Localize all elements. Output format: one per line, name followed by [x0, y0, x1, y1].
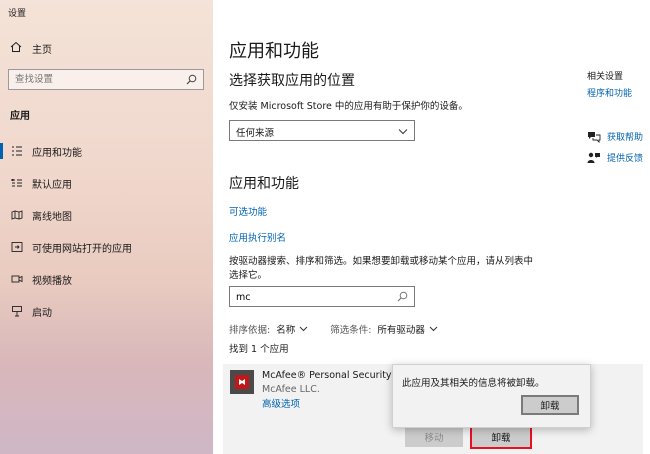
sidebar-home[interactable]: 主页 [10, 41, 52, 56]
feedback-link[interactable]: 提供反馈 [587, 151, 643, 164]
app-aliases-link[interactable]: 应用执行别名 [229, 230, 286, 244]
sort-dropdown[interactable]: 名称 [276, 322, 308, 336]
programs-features-link[interactable]: 程序和功能 [587, 86, 632, 99]
sidebar-item-label: 启动 [32, 307, 52, 319]
get-help-link[interactable]: 获取帮助 [587, 130, 643, 143]
optional-features-link[interactable]: 可选功能 [229, 204, 267, 218]
startup-icon [10, 305, 24, 317]
sidebar-section-title: 应用 [10, 111, 30, 122]
install-source-dropdown[interactable]: 任何来源 [229, 120, 415, 141]
dropdown-value: 任何来源 [236, 128, 275, 139]
sidebar-item-label: 可使用网站打开的应用 [32, 243, 132, 255]
result-count: 找到 1 个应用 [229, 344, 289, 355]
list-icon [10, 145, 24, 157]
chevron-down-icon [299, 326, 308, 332]
feedback-person-icon [587, 152, 600, 163]
apps-search[interactable] [229, 286, 415, 307]
filter-label: 筛选条件: [330, 325, 372, 336]
sidebar-item-label: 离线地图 [32, 211, 72, 223]
apps-section-heading: 应用和功能 [229, 176, 299, 192]
web-apps-icon [10, 241, 24, 253]
sidebar-item-default-apps[interactable]: 默认应用 [0, 170, 213, 196]
filter-dropdown[interactable]: 所有驱动器 [377, 322, 438, 336]
sidebar-item-web-apps[interactable]: 可使用网站打开的应用 [0, 234, 213, 260]
popup-message: 此应用及其相关的信息将被卸载。 [402, 378, 545, 389]
install-section-heading: 选择获取应用的位置 [229, 73, 355, 89]
app-name: McAfee® Personal Security [262, 370, 392, 381]
related-settings-title: 相关设置 [587, 72, 624, 82]
apps-search-input[interactable] [236, 290, 386, 304]
sidebar-item-label: 默认应用 [32, 179, 72, 191]
get-help-label: 获取帮助 [607, 133, 644, 143]
default-apps-icon [10, 177, 24, 189]
sort-filter-row: 排序依据: 名称 筛选条件: 所有驱动器 [229, 322, 438, 336]
search-icon[interactable] [186, 74, 197, 88]
sidebar: 设置 主页 应用 应用和功能 默认应用 离线地图 可使用网站打开的应 [0, 0, 213, 454]
feedback-label: 提供反馈 [607, 154, 644, 164]
settings-search[interactable] [8, 69, 204, 90]
sort-value: 名称 [276, 325, 296, 336]
sidebar-item-label: 应用和功能 [32, 147, 82, 159]
sidebar-item-label: 视频播放 [32, 275, 72, 287]
page-title: 应用和功能 [229, 41, 319, 62]
move-button[interactable]: 移动 [405, 426, 463, 447]
sidebar-item-offline-maps[interactable]: 离线地图 [0, 202, 213, 228]
filter-value: 所有驱动器 [377, 325, 425, 336]
search-icon[interactable] [397, 291, 408, 305]
sidebar-item-startup[interactable]: 启动 [0, 298, 213, 324]
map-icon [10, 209, 24, 221]
uninstall-confirm-popup: 此应用及其相关的信息将被卸载。 卸载 [392, 364, 591, 428]
settings-search-input[interactable] [15, 72, 175, 87]
sort-label: 排序依据: [229, 325, 271, 336]
chevron-down-icon [429, 326, 438, 332]
mcafee-app-icon [230, 370, 254, 394]
popup-uninstall-button[interactable]: 卸载 [521, 395, 579, 415]
window-title: 设置 [8, 9, 27, 19]
advanced-options-link[interactable]: 高级选项 [262, 396, 300, 410]
help-chat-icon [588, 131, 601, 143]
app-publisher: McAfee LLC. [262, 384, 320, 395]
chevron-down-icon [398, 127, 408, 138]
apps-description: 按驱动器搜索、排序和筛选。如果想要卸载或移动某个应用，请从列表中选择它。 [229, 256, 534, 281]
sidebar-item-apps-features[interactable]: 应用和功能 [0, 138, 213, 164]
video-icon [10, 273, 24, 285]
uninstall-button[interactable]: 卸载 [470, 424, 532, 449]
home-icon [10, 41, 22, 56]
sidebar-home-label: 主页 [32, 45, 52, 56]
sidebar-item-video[interactable]: 视频播放 [0, 266, 213, 292]
install-description: 仅安装 Microsoft Store 中的应用有助于保护你的设备。 [229, 101, 468, 112]
